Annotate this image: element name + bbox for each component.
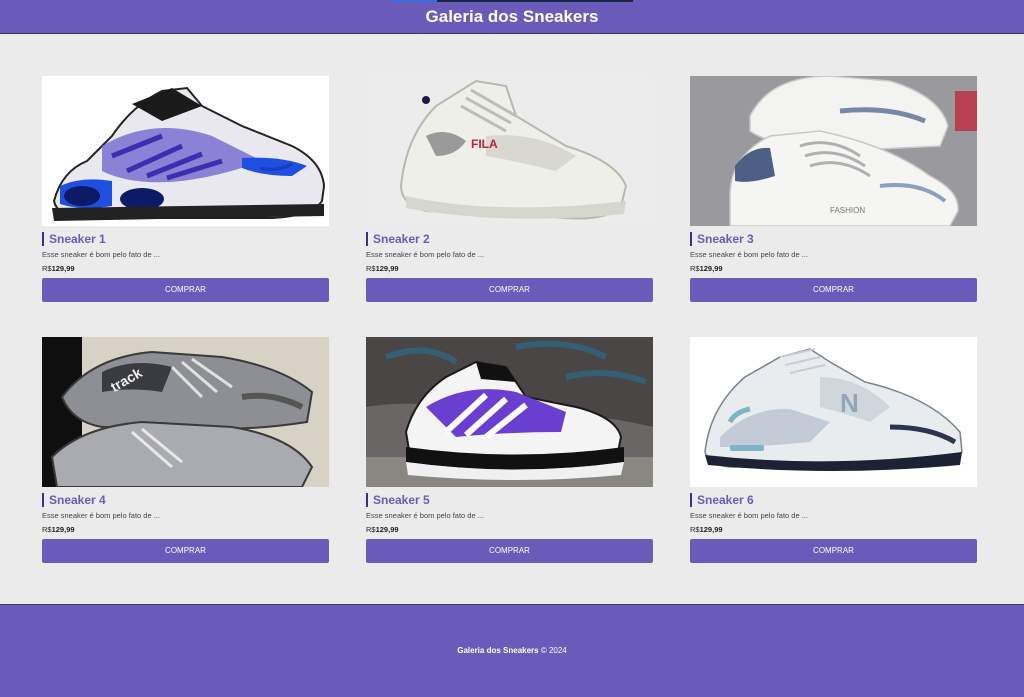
buy-button[interactable]: COMPRAR bbox=[690, 539, 977, 563]
price-value: 129,99 bbox=[375, 525, 399, 534]
product-name: Sneaker 3 bbox=[690, 232, 754, 246]
price-value: 129,99 bbox=[699, 525, 723, 534]
product-description: Esse sneaker é bom pelo fato de ... bbox=[690, 250, 808, 259]
price-currency: R$ bbox=[690, 525, 700, 534]
price-currency: R$ bbox=[42, 525, 52, 534]
product-price: R$129,99 bbox=[690, 525, 723, 534]
price-currency: R$ bbox=[42, 264, 52, 273]
price-currency: R$ bbox=[690, 264, 700, 273]
product-description: Esse sneaker é bom pelo fato de ... bbox=[42, 511, 160, 520]
buy-button[interactable]: COMPRAR bbox=[366, 539, 653, 563]
sneaker-5-image bbox=[366, 337, 653, 487]
sneaker-2-image: FILA bbox=[366, 76, 653, 226]
product-card: Sneaker 1 Esse sneaker é bom pelo fato d… bbox=[42, 76, 329, 302]
product-name: Sneaker 1 bbox=[42, 232, 106, 246]
product-card: N Sneaker 6 Esse sneaker é bom pelo fato… bbox=[690, 337, 977, 563]
site-footer: Galeria dos Sneakers © 2024 bbox=[0, 604, 1024, 697]
footer-year: © 2024 bbox=[540, 646, 567, 655]
sneaker-6-image: N bbox=[690, 337, 977, 487]
product-price: R$129,99 bbox=[366, 525, 399, 534]
product-card: FILA Sneaker 2 Esse sneaker é bom pelo f… bbox=[366, 76, 653, 302]
product-description: Esse sneaker é bom pelo fato de ... bbox=[366, 511, 484, 520]
footer-copyright: Galeria dos Sneakers © 2024 bbox=[0, 646, 1024, 656]
product-price: R$129,99 bbox=[366, 264, 399, 273]
price-value: 129,99 bbox=[699, 264, 723, 273]
product-card: Sneaker 5 Esse sneaker é bom pelo fato d… bbox=[366, 337, 653, 563]
price-value: 129,99 bbox=[375, 264, 399, 273]
product-price: R$129,99 bbox=[42, 264, 75, 273]
site-header: Galeria dos Sneakers bbox=[0, 0, 1024, 34]
price-value: 129,99 bbox=[51, 264, 75, 273]
product-description: Esse sneaker é bom pelo fato de ... bbox=[690, 511, 808, 520]
product-card: track Sneaker 4 Esse sneaker é bom pelo … bbox=[42, 337, 329, 563]
buy-button[interactable]: COMPRAR bbox=[690, 278, 977, 302]
price-currency: R$ bbox=[366, 525, 376, 534]
sneaker-1-image bbox=[42, 76, 329, 226]
product-price: R$129,99 bbox=[690, 264, 723, 273]
product-description: Esse sneaker é bom pelo fato de ... bbox=[366, 250, 484, 259]
buy-button[interactable]: COMPRAR bbox=[366, 278, 653, 302]
price-value: 129,99 bbox=[51, 525, 75, 534]
page-title: Galeria dos Sneakers bbox=[425, 7, 599, 26]
product-name: Sneaker 6 bbox=[690, 493, 754, 507]
buy-button[interactable]: COMPRAR bbox=[42, 278, 329, 302]
sneaker-4-image: track bbox=[42, 337, 329, 487]
sneaker-3-image: FASHION bbox=[690, 76, 977, 226]
svg-text:FASHION: FASHION bbox=[830, 206, 865, 215]
svg-text:N: N bbox=[840, 388, 859, 418]
product-card: FASHION Sneaker 3 Esse sneaker é bom pel… bbox=[690, 76, 977, 302]
buy-button[interactable]: COMPRAR bbox=[42, 539, 329, 563]
product-description: Esse sneaker é bom pelo fato de ... bbox=[42, 250, 160, 259]
price-currency: R$ bbox=[366, 264, 376, 273]
product-name: Sneaker 5 bbox=[366, 493, 430, 507]
product-price: R$129,99 bbox=[42, 525, 75, 534]
header-progress-bar bbox=[392, 0, 633, 2]
svg-text:FILA: FILA bbox=[471, 137, 498, 151]
product-name: Sneaker 2 bbox=[366, 232, 430, 246]
footer-brand: Galeria dos Sneakers bbox=[457, 646, 539, 655]
product-name: Sneaker 4 bbox=[42, 493, 106, 507]
